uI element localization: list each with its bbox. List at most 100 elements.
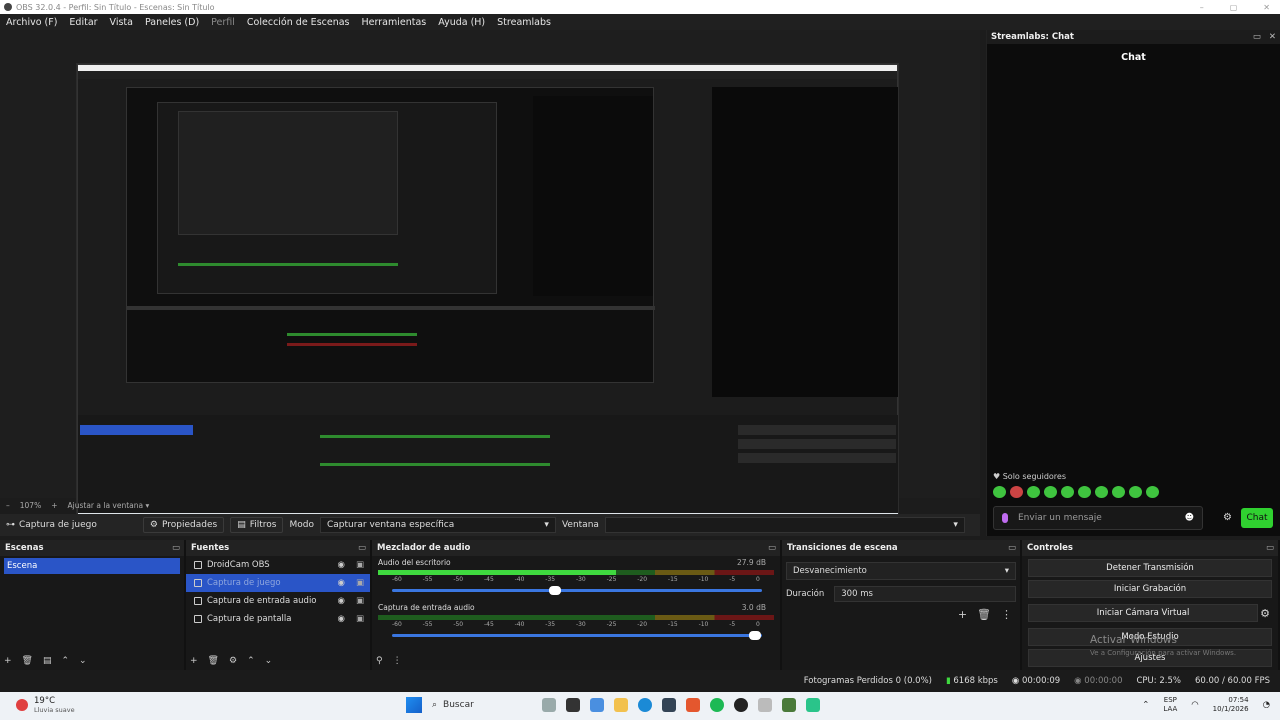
volume-slider[interactable] [392, 631, 762, 640]
wifi-icon[interactable]: ◠ [1191, 700, 1198, 710]
transition-select[interactable]: Desvanecimiento ▾ [786, 562, 1016, 580]
chevron-up-icon[interactable]: ⌃ [62, 656, 70, 666]
preview-area[interactable] [0, 30, 980, 527]
trash-icon[interactable]: 🗑 [22, 656, 33, 666]
properties-button[interactable]: ⚙ Propiedades [142, 517, 225, 533]
start-virtual-camera-button[interactable]: Iniciar Cámara Virtual [1028, 604, 1259, 622]
nested-preview-3 [178, 111, 398, 235]
zoom-fit-select[interactable]: Ajustar a la ventana ▾ [68, 501, 150, 510]
add-icon[interactable]: + [190, 656, 198, 666]
filter-icon[interactable]: ▤ [43, 656, 52, 666]
menu-ayuda[interactable]: Ayuda (H) [432, 17, 491, 28]
widgets-icon[interactable] [542, 698, 556, 712]
source-item[interactable]: Captura de entrada audio ◉ ▣ [186, 592, 370, 610]
brave-icon[interactable] [686, 698, 700, 712]
float-icon[interactable]: ▭ [1253, 32, 1261, 42]
close-button[interactable]: ✕ [1263, 3, 1270, 12]
eye-icon[interactable]: ◉ [338, 560, 345, 570]
file-explorer-icon[interactable] [614, 698, 628, 712]
add-icon[interactable]: + [958, 608, 967, 621]
emote-icon[interactable] [1044, 486, 1057, 498]
lock-icon[interactable]: ▣ [356, 578, 364, 588]
window-select[interactable]: ▾ [604, 517, 965, 533]
menu-paneles[interactable]: Paneles (D) [139, 17, 205, 28]
game-capture-icon: ⊶ [6, 520, 15, 530]
taskbar-search[interactable]: ⌕ Buscar [432, 700, 532, 710]
eye-icon[interactable]: ◉ [338, 578, 345, 588]
chevron-down-icon[interactable]: ⌄ [265, 656, 273, 666]
source-item[interactable]: Captura de pantalla ◉ ▣ [186, 610, 370, 628]
calculator-icon[interactable] [662, 698, 676, 712]
gear-icon[interactable]: ⚙ [229, 656, 237, 666]
start-icon[interactable] [406, 697, 422, 713]
emote-icon[interactable] [1112, 486, 1125, 498]
gear-icon[interactable]: ⚙ [1260, 607, 1270, 620]
emote-icon[interactable] [1061, 486, 1074, 498]
trash-icon[interactable]: 🗑 [208, 656, 219, 666]
emote-icon[interactable] [1146, 486, 1159, 498]
obs-icon[interactable] [734, 698, 748, 712]
volume-slider[interactable] [392, 586, 762, 595]
spotify-icon[interactable] [710, 698, 724, 712]
lock-icon[interactable]: ▣ [356, 614, 364, 624]
trash-icon[interactable]: 🗑 [977, 608, 991, 621]
snipping-icon[interactable] [758, 698, 772, 712]
chevron-up-icon[interactable]: ⌃ [247, 656, 255, 666]
add-icon[interactable]: + [4, 656, 12, 666]
emote-icon[interactable] [993, 486, 1006, 498]
tray-chevron-icon[interactable]: ⌃ [1142, 700, 1149, 710]
emote-icon[interactable] [1095, 486, 1108, 498]
menu-herramientas[interactable]: Herramientas [356, 17, 433, 28]
minimize-button[interactable]: – [1200, 3, 1204, 12]
weather-widget[interactable]: 19°C Lluvia suave [16, 696, 75, 714]
emote-icon[interactable] [1129, 486, 1142, 498]
menu-coleccion-escenas[interactable]: Colección de Escenas [241, 17, 356, 28]
language-indicator[interactable]: ESP LAA [1163, 696, 1177, 714]
float-icon[interactable]: ▭ [768, 543, 776, 553]
advanced-audio-icon[interactable]: ⚲ [376, 656, 383, 666]
kebab-menu-icon[interactable]: ⋮ [1001, 608, 1012, 621]
menu-streamlabs[interactable]: Streamlabs [491, 17, 557, 28]
chat-send-button[interactable]: Chat [1241, 508, 1273, 528]
emote-icon[interactable] [1027, 486, 1040, 498]
menu-archivo[interactable]: Archivo (F) [0, 17, 63, 28]
menu-perfil[interactable]: Perfil [205, 17, 241, 28]
scene-item[interactable]: Escena [4, 558, 180, 574]
lock-icon[interactable]: ▣ [356, 596, 364, 606]
clock[interactable]: 07:54 10/1/2026 [1213, 696, 1249, 714]
minecraft-icon[interactable] [782, 698, 796, 712]
notification-icon[interactable]: ◔ [1263, 700, 1270, 710]
emote-icon[interactable] [1010, 486, 1023, 498]
maximize-button[interactable]: ▢ [1230, 3, 1238, 12]
emote-icon[interactable] [1078, 486, 1091, 498]
filters-button[interactable]: ▤ Filtros [230, 517, 284, 533]
float-icon[interactable]: ▭ [172, 543, 180, 553]
menu-vista[interactable]: Vista [104, 17, 139, 28]
float-icon[interactable]: ▭ [1266, 543, 1274, 553]
source-item[interactable]: DroidCam OBS ◉ ▣ [186, 556, 370, 574]
emoji-icon[interactable]: ☻ [1185, 513, 1194, 523]
mode-select[interactable]: Capturar ventana específica ▾ [319, 517, 556, 533]
program-preview[interactable] [76, 63, 899, 527]
task-view-icon[interactable] [566, 698, 580, 712]
menu-editar[interactable]: Editar [63, 17, 103, 28]
copilot-icon[interactable] [590, 698, 604, 712]
lock-icon[interactable]: ▣ [356, 560, 364, 570]
chat-message-input[interactable]: Enviar un mensaje ☻ [993, 506, 1203, 530]
close-icon[interactable]: ✕ [1269, 32, 1276, 42]
zoom-out-icon[interactable]: – [6, 501, 10, 510]
eye-icon[interactable]: ◉ [338, 614, 345, 624]
float-icon[interactable]: ▭ [358, 543, 366, 553]
eye-icon[interactable]: ◉ [338, 596, 345, 606]
chevron-down-icon[interactable]: ⌄ [79, 656, 87, 666]
source-item[interactable]: Captura de juego ◉ ▣ [186, 574, 370, 592]
kebab-menu-icon[interactable]: ⋮ [393, 656, 402, 666]
gear-icon[interactable]: ⚙ [1223, 512, 1232, 523]
start-recording-button[interactable]: Iniciar Grabación [1028, 580, 1272, 598]
app-icon[interactable] [806, 698, 820, 712]
edge-icon[interactable] [638, 698, 652, 712]
duration-input[interactable]: 300 ms [834, 586, 1016, 602]
float-icon[interactable]: ▭ [1008, 543, 1016, 553]
zoom-in-icon[interactable]: + [51, 501, 57, 510]
stop-streaming-button[interactable]: Detener Transmisión [1028, 559, 1272, 577]
